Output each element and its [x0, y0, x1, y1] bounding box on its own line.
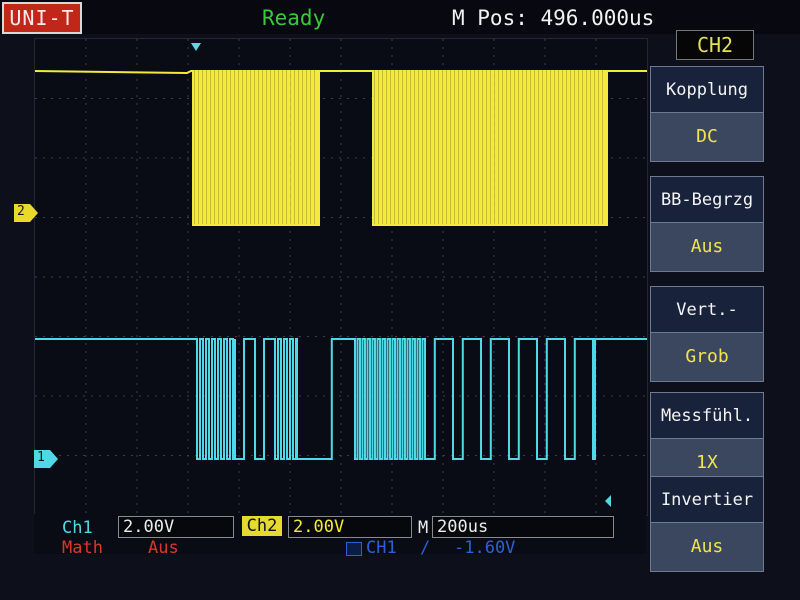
menu-coupling[interactable]: Kopplung DC [650, 66, 764, 170]
menu-vertical-resolution-value: Grob [650, 332, 764, 382]
menu-probe-label: Messfühl. [650, 392, 764, 440]
menu-invert-label: Invertier [650, 476, 764, 524]
menu-vertical-resolution[interactable]: Vert.-Aufl. Grob [650, 286, 764, 390]
menu-coupling-value: DC [650, 112, 764, 162]
ch2-scale-readout[interactable]: 2.00V [288, 516, 412, 538]
menu-bandwidth-limit-value: Aus [650, 222, 764, 272]
ch1-marker-label: 1 [37, 450, 45, 465]
ch1-ground-marker[interactable]: 1 [34, 450, 58, 468]
ch1-scale-readout[interactable]: 2.00V [118, 516, 234, 538]
trigger-level: -1.60V [454, 538, 516, 558]
math-label: Math [62, 538, 103, 558]
brand-logo: UNI-T [2, 2, 82, 34]
horizontal-position-readout: M Pos: 496.000us [452, 6, 655, 30]
ch2-waveform [35, 70, 647, 226]
ch2-label: Ch2 [242, 516, 282, 536]
waveform-graticule [34, 38, 648, 516]
math-value: Aus [148, 538, 179, 558]
trigger-source-icon [346, 542, 362, 556]
acquisition-status: Ready [262, 6, 326, 30]
ch1-label: Ch1 [62, 518, 93, 538]
menu-invert[interactable]: Invertier Aus [650, 476, 764, 580]
trigger-source: CH1 [366, 538, 397, 558]
top-bar: UNI-T Ready M Pos: 496.000us [0, 0, 800, 34]
trigger-level-marker [605, 495, 611, 507]
menu-bandwidth-limit[interactable]: BB-Begrzg Aus [650, 176, 764, 280]
menu-coupling-label: Kopplung [650, 66, 764, 114]
timebase-label: M [418, 518, 429, 538]
menu-invert-value: Aus [650, 522, 764, 572]
menu-vertical-resolution-label: Vert.-Aufl. [650, 286, 764, 366]
status-bar: Ch1 2.00V Ch2 2.00V M 200us Math Aus CH1… [34, 514, 646, 558]
trigger-position-marker [191, 43, 201, 51]
ch2-ground-marker[interactable]: 2 [14, 204, 38, 222]
timebase-readout[interactable]: 200us [432, 516, 614, 538]
ch2-marker-label: 2 [17, 204, 25, 219]
graticule-svg [35, 39, 647, 515]
active-channel-badge[interactable]: CH2 [676, 30, 754, 60]
trigger-slope-icon: / [420, 538, 431, 558]
menu-bandwidth-limit-label: BB-Begrzg [650, 176, 764, 224]
scope-screen: UNI-T Ready M Pos: 496.000us CH2 2 1 Kop… [0, 0, 800, 600]
